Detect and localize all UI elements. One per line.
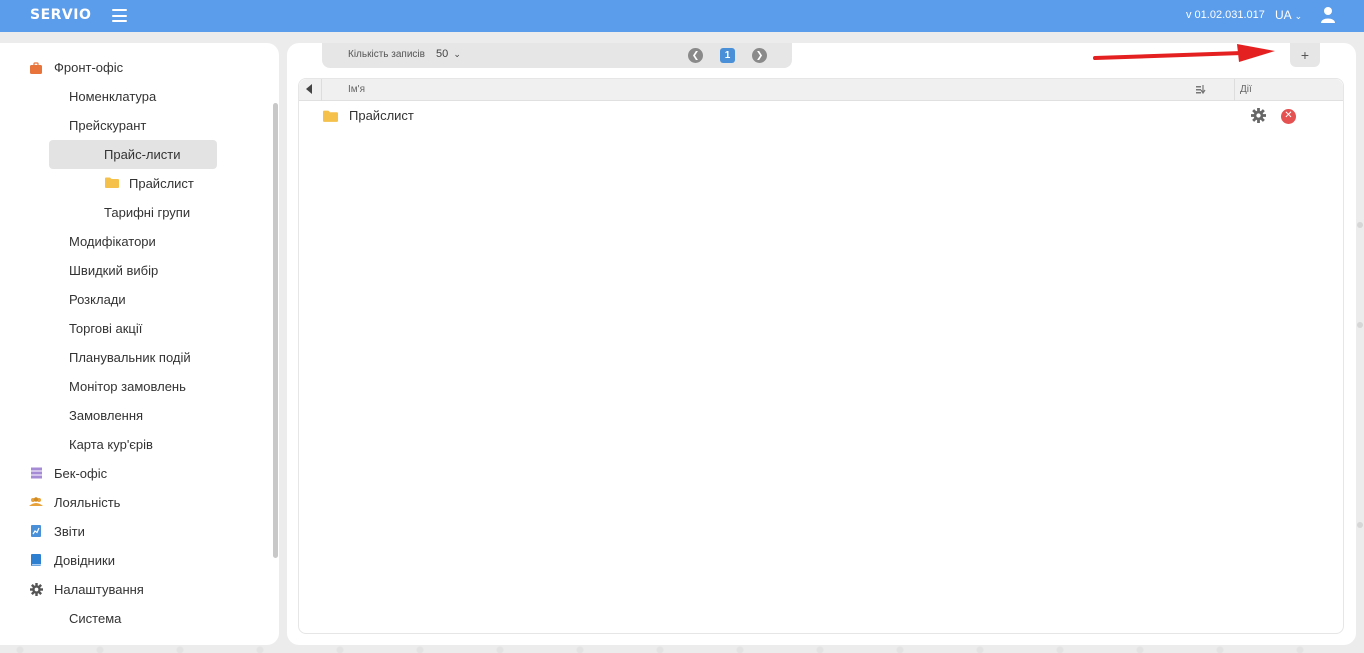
- row-name-cell[interactable]: Прайслист: [349, 108, 414, 123]
- book-icon: [31, 554, 41, 566]
- gear-icon: [30, 583, 43, 596]
- collapse-left-icon[interactable]: [306, 84, 312, 94]
- sidebar-item-reports[interactable]: Звіти: [54, 524, 85, 539]
- sidebar-item-price-lists[interactable]: Прайс-листи: [104, 147, 180, 162]
- sidebar-item-orders[interactable]: Замовлення: [69, 408, 143, 423]
- pagination-toolbar: Кількість записів 50 ⌄ ❮ 1 ❯: [322, 43, 792, 68]
- column-header-actions: Дії: [1240, 84, 1252, 95]
- briefcase-icon: [30, 62, 42, 74]
- red-arrow-annotation: [1093, 44, 1275, 62]
- sidebar-item-promotions[interactable]: Торгові акції: [69, 321, 142, 336]
- sidebar-scrollbar[interactable]: [273, 103, 278, 558]
- chevron-down-icon: ⌄: [1294, 11, 1303, 21]
- page-number-button[interactable]: 1: [720, 48, 735, 63]
- header-divider: [321, 79, 322, 101]
- sidebar-item-quick-select[interactable]: Швидкий вибір: [69, 263, 158, 278]
- folder-icon: [323, 110, 338, 122]
- sidebar-item-loyalty[interactable]: Лояльність: [54, 495, 120, 510]
- top-bar: SERVIO v 01.02.031.017 UA ⌄: [0, 0, 1364, 32]
- main-panel: Кількість записів 50 ⌄ ❮ 1 ❯ + Ім'я Дії: [287, 43, 1356, 645]
- next-page-button[interactable]: ❯: [752, 48, 767, 63]
- prev-page-button[interactable]: ❮: [688, 48, 703, 63]
- people-icon: [29, 497, 43, 506]
- brand-logo: SERVIO: [30, 7, 92, 23]
- records-per-page-value: 50: [436, 48, 449, 60]
- sidebar-item-event-planner[interactable]: Планувальник подій: [69, 350, 191, 365]
- sidebar-item-directories[interactable]: Довідники: [54, 553, 115, 568]
- sidebar-item-front-office[interactable]: Фронт-офіс: [54, 60, 123, 75]
- report-icon: [31, 525, 41, 537]
- stack-icon: [31, 467, 42, 479]
- header-divider: [1234, 79, 1235, 101]
- language-selector[interactable]: UA ⌄: [1275, 8, 1302, 22]
- folder-icon: [105, 177, 119, 188]
- sidebar: Фронт-офіс Номенклатура Прейскурант Прай…: [0, 43, 279, 645]
- user-icon[interactable]: [1320, 6, 1336, 24]
- table-header: Ім'я Дії: [299, 79, 1343, 101]
- sidebar-item-system[interactable]: Система: [69, 611, 121, 626]
- sidebar-item-order-monitor[interactable]: Монітор замовлень: [69, 379, 186, 394]
- sidebar-item-schedules[interactable]: Розклади: [69, 292, 126, 307]
- sidebar-item-price-list-folder[interactable]: Прайслист: [129, 176, 194, 191]
- menu-icon[interactable]: [112, 9, 127, 22]
- price-list-table: Ім'я Дії Прайслист ✕: [298, 78, 1344, 634]
- records-per-page-select[interactable]: 50 ⌄: [436, 48, 461, 60]
- language-label: UA: [1275, 8, 1292, 22]
- page-scrollbar-decoration: [1357, 222, 1363, 528]
- sidebar-item-settings[interactable]: Налаштування: [54, 582, 144, 597]
- column-header-name[interactable]: Ім'я: [348, 84, 365, 95]
- sidebar-item-courier-map[interactable]: Карта кур'єрів: [69, 437, 153, 452]
- sort-icon[interactable]: [1196, 85, 1206, 95]
- delete-icon[interactable]: ✕: [1281, 109, 1296, 124]
- records-per-page-label: Кількість записів: [348, 49, 425, 60]
- sidebar-item-price-list-group[interactable]: Прейскурант: [69, 118, 146, 133]
- chevron-down-icon: ⌄: [453, 49, 461, 59]
- settings-gear-icon[interactable]: [1251, 108, 1266, 123]
- sidebar-item-nomenclature[interactable]: Номенклатура: [69, 89, 156, 104]
- sidebar-item-tariff-groups[interactable]: Тарифні групи: [104, 205, 190, 220]
- add-button[interactable]: +: [1290, 43, 1320, 67]
- version-label: v 01.02.031.017: [1186, 9, 1265, 21]
- sidebar-item-back-office[interactable]: Бек-офіс: [54, 466, 107, 481]
- sidebar-item-modifiers[interactable]: Модифікатори: [69, 234, 156, 249]
